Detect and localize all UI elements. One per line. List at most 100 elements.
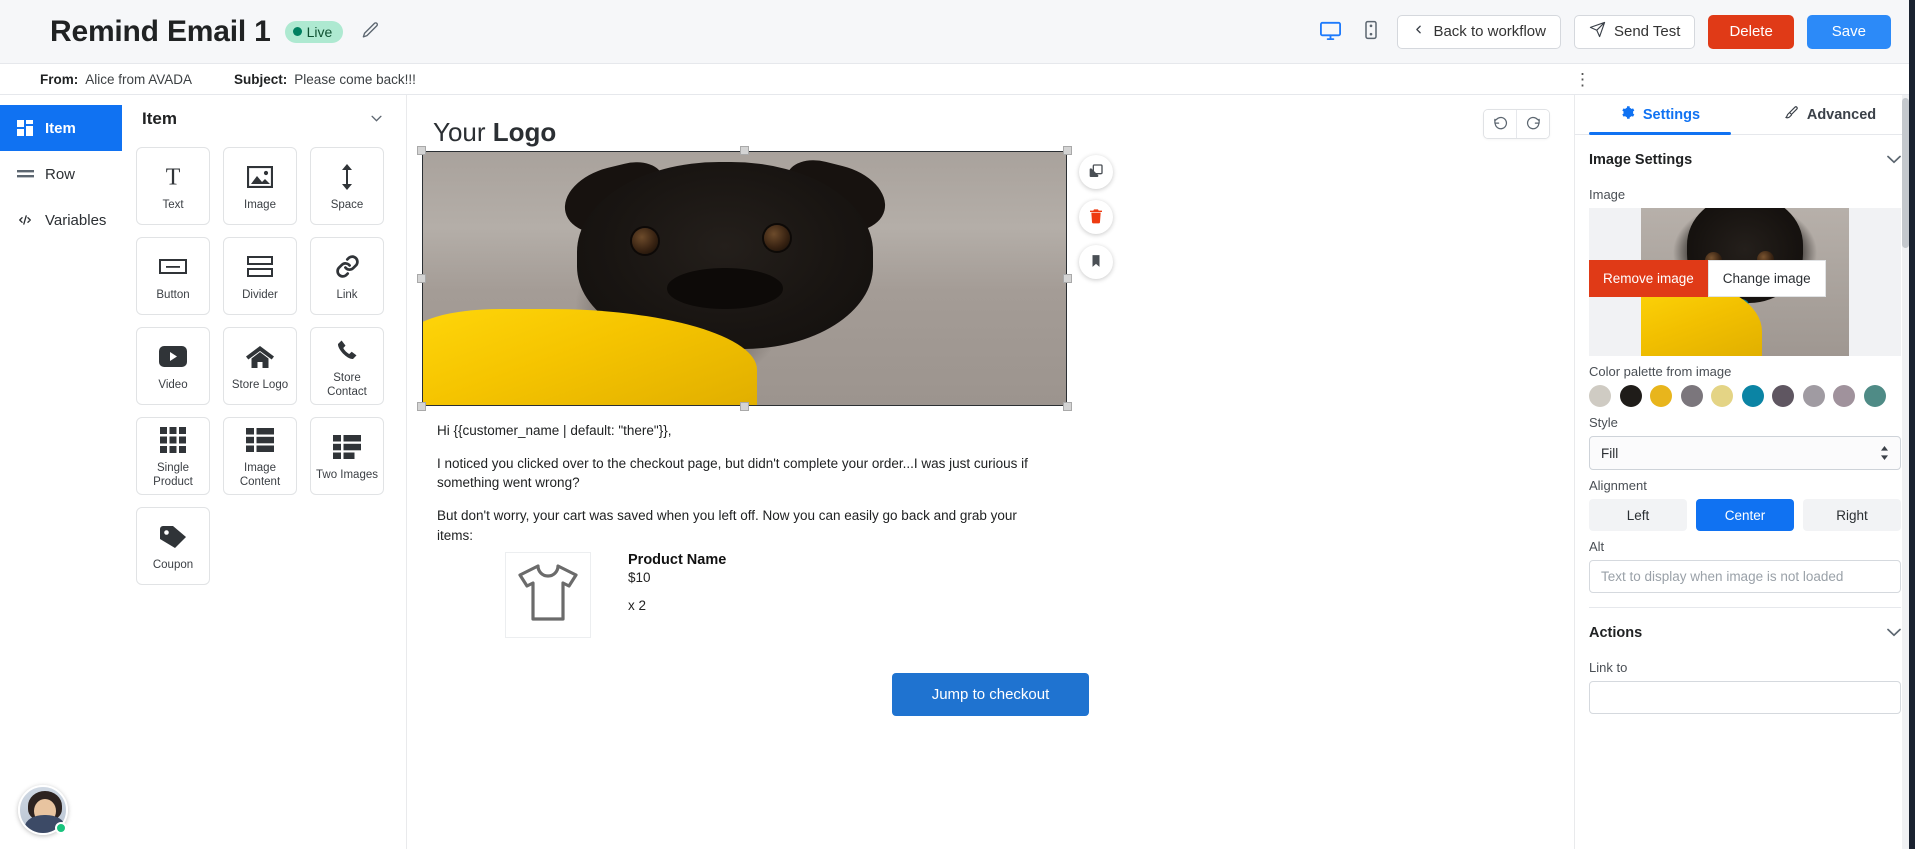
save-button[interactable]: Save bbox=[1806, 14, 1891, 49]
svg-text:T: T bbox=[166, 164, 181, 189]
redo-icon bbox=[1526, 115, 1541, 133]
duplicate-block-button[interactable] bbox=[1079, 155, 1113, 189]
item-tile-image[interactable]: Image bbox=[223, 147, 297, 225]
item-tile-text[interactable]: T Text bbox=[136, 147, 210, 225]
item-tile-image-content[interactable]: Image Content bbox=[223, 417, 297, 495]
actions-section-header[interactable]: Actions bbox=[1589, 608, 1901, 652]
support-chat-avatar-button[interactable] bbox=[18, 785, 68, 835]
jump-to-checkout-button[interactable]: Jump to checkout bbox=[891, 673, 1090, 716]
email-meta-bar: From: Alice from AVADA Subject: Please c… bbox=[0, 64, 1915, 95]
tab-settings[interactable]: Settings bbox=[1575, 95, 1745, 135]
meta-overflow-menu-button[interactable]: ⋮ bbox=[1574, 71, 1891, 88]
chevron-down-icon[interactable] bbox=[1887, 151, 1901, 169]
item-tile-divider[interactable]: Divider bbox=[223, 237, 297, 315]
resize-handle[interactable] bbox=[417, 146, 426, 155]
item-tile-single-product[interactable]: Single Product bbox=[136, 417, 210, 495]
redo-button[interactable] bbox=[1517, 110, 1549, 138]
email-paragraph: But don't worry, your cart was saved whe… bbox=[437, 508, 1017, 543]
item-tile-store-logo[interactable]: Store Logo bbox=[223, 327, 297, 405]
item-tile-video[interactable]: Video bbox=[136, 327, 210, 405]
resize-handle[interactable] bbox=[417, 273, 426, 283]
color-swatch[interactable] bbox=[1863, 385, 1886, 407]
link-to-label: Link to bbox=[1589, 660, 1628, 675]
rail-item-row-label: Row bbox=[45, 165, 76, 183]
alt-input[interactable] bbox=[1589, 560, 1901, 593]
tab-advanced-label: Advanced bbox=[1806, 106, 1877, 123]
color-swatch[interactable] bbox=[1619, 385, 1642, 407]
subject-label: Subject: bbox=[234, 71, 288, 87]
align-right-button[interactable]: Right bbox=[1803, 499, 1901, 531]
color-swatch[interactable] bbox=[1833, 385, 1855, 407]
edit-title-button[interactable] bbox=[357, 17, 384, 47]
alignment-label: Alignment bbox=[1589, 478, 1647, 493]
change-image-button[interactable]: Change image bbox=[1707, 260, 1826, 297]
delete-button[interactable]: Delete bbox=[1708, 14, 1794, 49]
resize-handle[interactable] bbox=[1063, 146, 1072, 155]
item-tile-link[interactable]: Link bbox=[310, 237, 384, 315]
item-tile-space[interactable]: Space bbox=[310, 147, 384, 225]
color-swatch[interactable] bbox=[1741, 385, 1764, 407]
product-block[interactable]: Product Name $10 x 2 bbox=[505, 552, 726, 638]
rail-item-item[interactable]: Item bbox=[0, 105, 122, 151]
email-editor-app: Remind Email 1 Live Back to workflow Sen… bbox=[0, 0, 1915, 849]
send-test-button[interactable]: Send Test bbox=[1573, 14, 1696, 49]
style-select[interactable]: Fill bbox=[1589, 436, 1901, 470]
item-tile-two-images[interactable]: Two Images bbox=[310, 417, 384, 495]
chevron-down-icon[interactable] bbox=[371, 114, 382, 125]
desktop-preview-button[interactable] bbox=[1316, 16, 1345, 48]
image-settings-section-header[interactable]: Image Settings bbox=[1589, 135, 1901, 179]
color-swatch[interactable] bbox=[1650, 385, 1672, 407]
link-to-input[interactable] bbox=[1589, 681, 1901, 714]
mobile-preview-button[interactable] bbox=[1358, 16, 1384, 47]
duplicate-icon bbox=[1088, 163, 1104, 182]
editor-body: Item Row Variables Item T Text Image Spa… bbox=[0, 95, 1915, 849]
resize-handle[interactable] bbox=[1063, 402, 1072, 411]
color-swatch[interactable] bbox=[1680, 385, 1703, 407]
code-icon bbox=[16, 213, 34, 227]
email-canvas: Your Logo Hi {{customer_name | default: … bbox=[407, 95, 1575, 849]
color-swatch[interactable] bbox=[1772, 385, 1794, 407]
resize-handle[interactable] bbox=[417, 402, 426, 411]
color-swatch[interactable] bbox=[1711, 385, 1733, 407]
image-icon bbox=[247, 160, 273, 194]
subject-group[interactable]: Subject: Please come back!!! bbox=[218, 72, 416, 87]
undo-button[interactable] bbox=[1484, 110, 1516, 138]
remove-image-button[interactable]: Remove image bbox=[1589, 260, 1708, 297]
item-tile-store-logo-label: Store Logo bbox=[231, 378, 289, 391]
resize-handle[interactable] bbox=[739, 146, 749, 155]
actions-title: Actions bbox=[1589, 625, 1643, 641]
item-tile-store-contact[interactable]: Store Contact bbox=[310, 327, 384, 405]
hero-image[interactable] bbox=[422, 151, 1067, 406]
color-swatch[interactable] bbox=[1589, 385, 1611, 407]
email-body-text[interactable]: Hi {{customer_name | default: "there"}},… bbox=[437, 421, 1037, 545]
delete-block-button[interactable] bbox=[1079, 200, 1113, 234]
selected-image-block[interactable] bbox=[417, 146, 1072, 411]
style-label: Style bbox=[1589, 415, 1618, 430]
from-group[interactable]: From: Alice from AVADA bbox=[24, 72, 192, 87]
space-arrow-icon bbox=[339, 160, 355, 194]
align-left-button[interactable]: Left bbox=[1589, 499, 1687, 531]
color-swatch[interactable] bbox=[1802, 385, 1825, 407]
chevron-down-icon[interactable] bbox=[1887, 624, 1901, 642]
align-center-button[interactable]: Center bbox=[1696, 499, 1794, 531]
item-tile-coupon[interactable]: Coupon bbox=[136, 507, 210, 585]
bookmark-block-button[interactable] bbox=[1079, 245, 1113, 279]
rail-item-row[interactable]: Row bbox=[0, 151, 122, 197]
subject-value: Please come back!!! bbox=[294, 71, 416, 87]
resize-handle[interactable] bbox=[739, 402, 749, 411]
image-field-label: Image bbox=[1589, 187, 1626, 202]
tshirt-icon bbox=[515, 562, 581, 629]
tab-advanced[interactable]: Advanced bbox=[1745, 95, 1915, 134]
rail-item-item-label: Item bbox=[45, 119, 76, 137]
resize-handle[interactable] bbox=[1063, 273, 1072, 283]
product-thumbnail bbox=[505, 552, 591, 638]
rail-item-variables[interactable]: Variables bbox=[0, 197, 122, 243]
settings-tabs: Settings Advanced bbox=[1575, 95, 1915, 135]
settings-scrollbar-thumb[interactable] bbox=[1902, 98, 1909, 248]
live-dot-icon bbox=[292, 27, 302, 36]
home-icon bbox=[246, 340, 274, 374]
bookmark-icon bbox=[1089, 253, 1103, 272]
color-palette-label: Color palette from image bbox=[1589, 364, 1732, 379]
item-tile-button[interactable]: Button bbox=[136, 237, 210, 315]
back-to-workflow-button[interactable]: Back to workflow bbox=[1397, 14, 1561, 49]
